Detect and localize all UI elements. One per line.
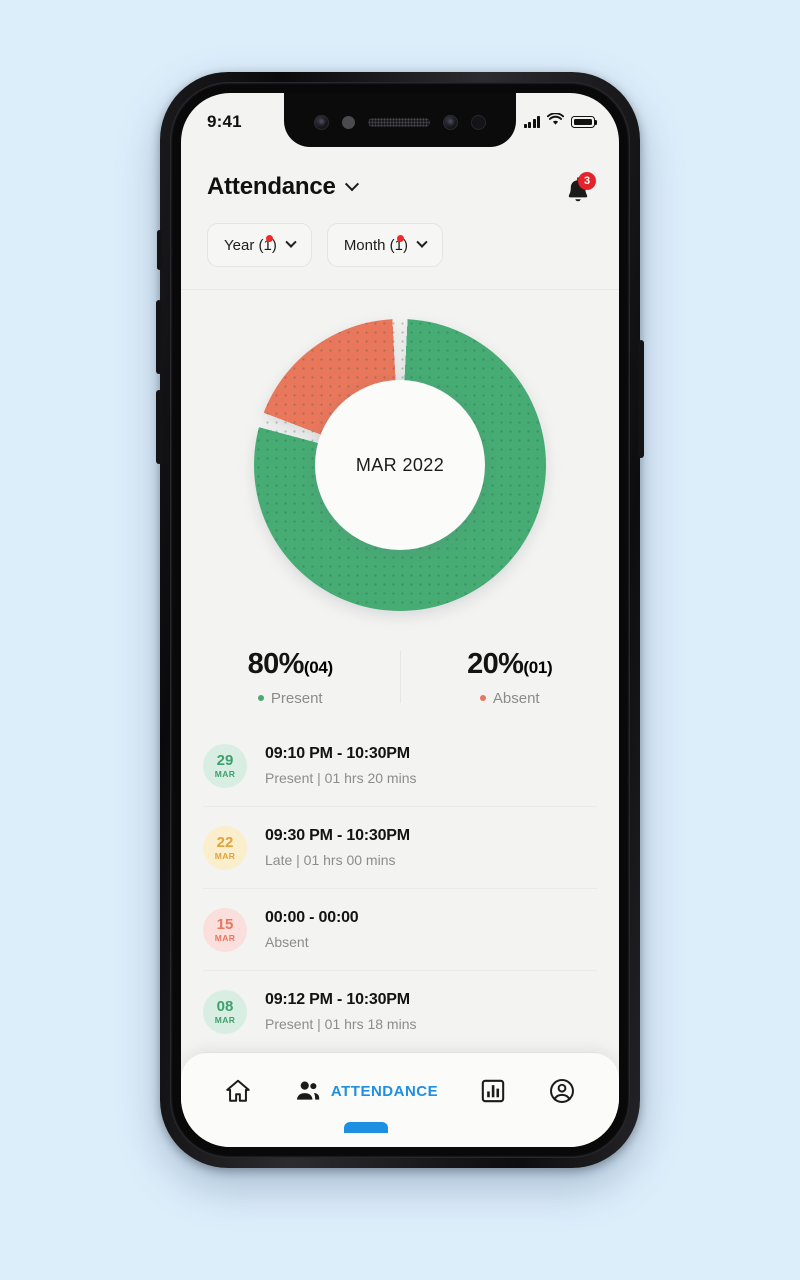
bar-chart-icon [481,1079,505,1103]
battery-full-icon [571,116,598,128]
date-badge-day: 29 [216,751,234,769]
stat-absent-legend: Absent [479,689,540,707]
list-item-time: 09:30 PM - 10:30PM [265,827,410,844]
list-item-body: 09:12 PM - 10:30PM Present | 01 hrs 18 mi… [265,991,416,1032]
date-badge: 29 MAR [203,743,247,788]
wifi-icon [546,112,565,131]
list-item-body: 09:30 PM - 10:30PM Late | 01 hrs 00 mins [265,827,410,868]
stat-present-value-group: 80%(04) [247,647,334,681]
donut-center: MAR 2022 [315,380,485,550]
date-badge: 08 MAR [203,989,247,1034]
notification-badge: 3 [578,172,596,190]
page-title: Attendance [207,173,336,200]
list-item-meta: Present | 01 hrs 18 mins [265,1016,417,1032]
nav-profile[interactable] [548,1077,576,1105]
absent-legend-dot [479,695,486,701]
notification-bell-button[interactable]: 3 [563,172,596,208]
stat-absent-value: 20% [467,647,524,680]
front-camera-icon [314,114,329,130]
account-circle-icon [550,1079,574,1103]
date-badge: 15 MAR [203,907,247,952]
silent-switch-button[interactable] [157,230,162,270]
stat-present: 80%(04) Present [181,648,400,707]
chevron-down-icon [285,236,297,248]
date-badge: 22 MAR [203,825,247,870]
page-title-dropdown[interactable]: Attendance [207,173,359,201]
people-icon [296,1081,320,1100]
header-divider [181,289,619,290]
power-button[interactable] [638,340,644,458]
bottom-navigation-bar: ATTENDANCE [181,1053,619,1147]
status-bar-icons [523,112,598,131]
signal-bars-icon [523,116,540,128]
month-filter-chip[interactable]: Month (1) [326,223,444,267]
earpiece-speaker-icon [368,117,430,127]
list-item-time: 09:10 PM - 10:30PM [265,745,410,762]
nav-label-attendance: ATTENDANCE [330,1082,439,1100]
stat-absent-value-group: 20%(01) [467,647,553,681]
date-badge-day: 15 [216,915,234,933]
phone-frame: 9:41 Attendance 3 Year (1) Month (1) MAR… [156,72,644,1168]
list-item[interactable]: 29 MAR 09:10 PM - 10:30PM Present | 01 hrs … [203,725,597,807]
year-filter-label: Year (1) [224,234,277,254]
volume-down-button[interactable] [156,390,162,464]
phone-screen: 9:41 Attendance 3 Year (1) Month (1) MAR… [181,93,619,1147]
nav-active-indicator [344,1122,389,1133]
attendance-summary-row: 80%(04) Present 20%(01) Absent [181,629,619,725]
filter-chip-row: Year (1) Month (1) [181,223,619,267]
nav-attendance[interactable]: ATTENDANCE [294,1077,439,1133]
list-item-time: 09:12 PM - 10:30PM [265,991,410,1008]
stat-present-value: 80% [247,647,305,680]
list-item-body: 00:00 - 00:00 Absent [265,909,359,950]
donut-wrap: MAR 2022 [254,319,546,611]
date-badge-month: MAR [214,768,236,779]
list-item[interactable]: 22 MAR 09:30 PM - 10:30PM Late | 01 hrs 00 … [203,807,597,889]
year-filter-dot [265,234,273,242]
attendance-donut-chart: MAR 2022 [181,301,619,629]
date-badge-month: MAR [214,850,236,861]
list-item-meta: Present | 01 hrs 20 mins [265,770,417,786]
list-item[interactable]: 08 MAR 09:12 PM - 10:30PM Present | 01 hrs … [203,971,597,1053]
stat-present-legend: Present [257,689,323,707]
proximity-sensor-icon [342,115,355,129]
phone-notch [284,93,516,147]
date-badge-day: 08 [216,997,234,1015]
chevron-down-icon [416,236,428,248]
list-item-meta: Absent [265,934,309,950]
date-badge-month: MAR [214,932,236,943]
list-item-time: 00:00 - 00:00 [265,909,359,926]
stat-absent-count: (01) [523,657,553,677]
stat-present-label: Present [270,689,323,707]
list-item-meta: Late | 01 hrs 00 mins [265,852,396,868]
app-header: Attendance 3 [181,147,619,208]
date-badge-day: 22 [216,833,234,851]
stat-present-count: (04) [303,657,333,677]
infrared-camera-icon [443,114,458,130]
home-icon [226,1079,250,1102]
month-filter-label: Month (1) [343,234,409,254]
list-item[interactable]: 15 MAR 00:00 - 00:00 Absent [203,889,597,971]
stat-absent: 20%(01) Absent [401,648,620,707]
present-legend-dot [257,695,264,701]
year-filter-chip[interactable]: Year (1) [207,223,312,267]
donut-center-label: MAR 2022 [355,454,445,475]
attendance-list[interactable]: 29 MAR 09:10 PM - 10:30PM Present | 01 hrs … [181,725,619,1053]
month-filter-dot [397,234,405,242]
nav-home[interactable] [224,1077,252,1105]
chevron-down-icon [344,177,359,192]
status-bar-time: 9:41 [207,112,242,131]
dot-projector-icon [471,114,486,130]
nav-reports[interactable] [480,1078,506,1104]
list-item-body: 09:10 PM - 10:30PM Present | 01 hrs 20 mi… [265,745,416,786]
stat-absent-label: Absent [492,689,540,707]
date-badge-month: MAR [214,1014,236,1025]
volume-up-button[interactable] [156,300,162,374]
